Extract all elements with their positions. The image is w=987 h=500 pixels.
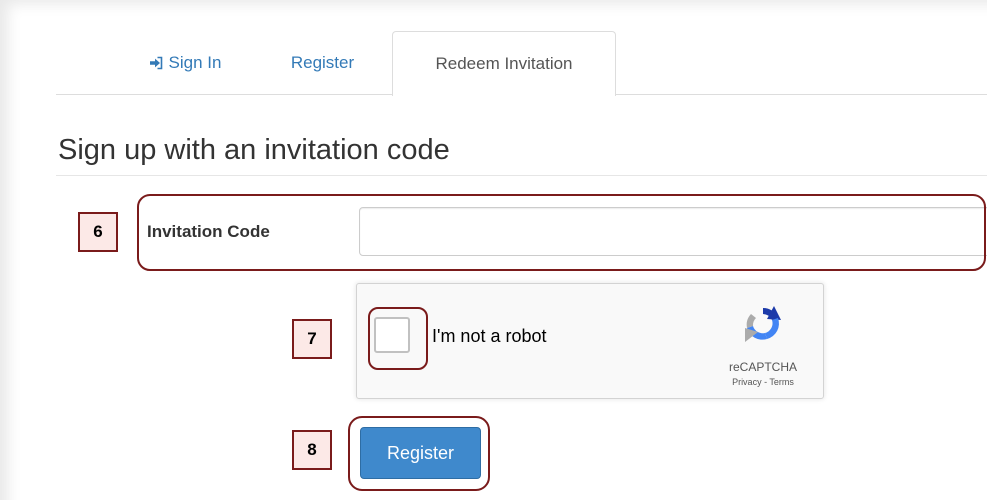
recaptcha-links: Privacy - Terms bbox=[717, 377, 809, 387]
highlight-register-button bbox=[348, 416, 490, 491]
recaptcha-logo-icon bbox=[741, 304, 785, 344]
recaptcha-brand: reCAPTCHA bbox=[728, 360, 797, 374]
tab-register-label: Register bbox=[290, 52, 355, 72]
tab-sign-in-label: Sign In bbox=[168, 52, 222, 72]
step-badge-7: 7 bbox=[292, 319, 332, 359]
page-title: Sign up with an invitation code bbox=[58, 134, 450, 166]
privacy-link[interactable]: Privacy bbox=[732, 377, 762, 387]
tab-register[interactable]: Register bbox=[267, 31, 378, 94]
highlight-invitation-row bbox=[137, 194, 986, 271]
highlight-captcha-checkbox bbox=[368, 307, 428, 370]
tab-sign-in[interactable]: Sign In bbox=[125, 31, 245, 94]
tab-bar: Sign In Register Redeem Invitation bbox=[56, 0, 987, 96]
step-badge-6: 6 bbox=[78, 212, 118, 252]
step-badge-8: 8 bbox=[292, 430, 332, 470]
terms-link[interactable]: Terms bbox=[769, 377, 794, 387]
heading-divider bbox=[56, 175, 987, 176]
tab-redeem-invitation[interactable]: Redeem Invitation bbox=[392, 31, 616, 96]
recaptcha-label: I'm not a robot bbox=[432, 326, 547, 346]
sign-in-icon bbox=[149, 56, 162, 69]
tab-redeem-invitation-label: Redeem Invitation bbox=[435, 54, 573, 73]
